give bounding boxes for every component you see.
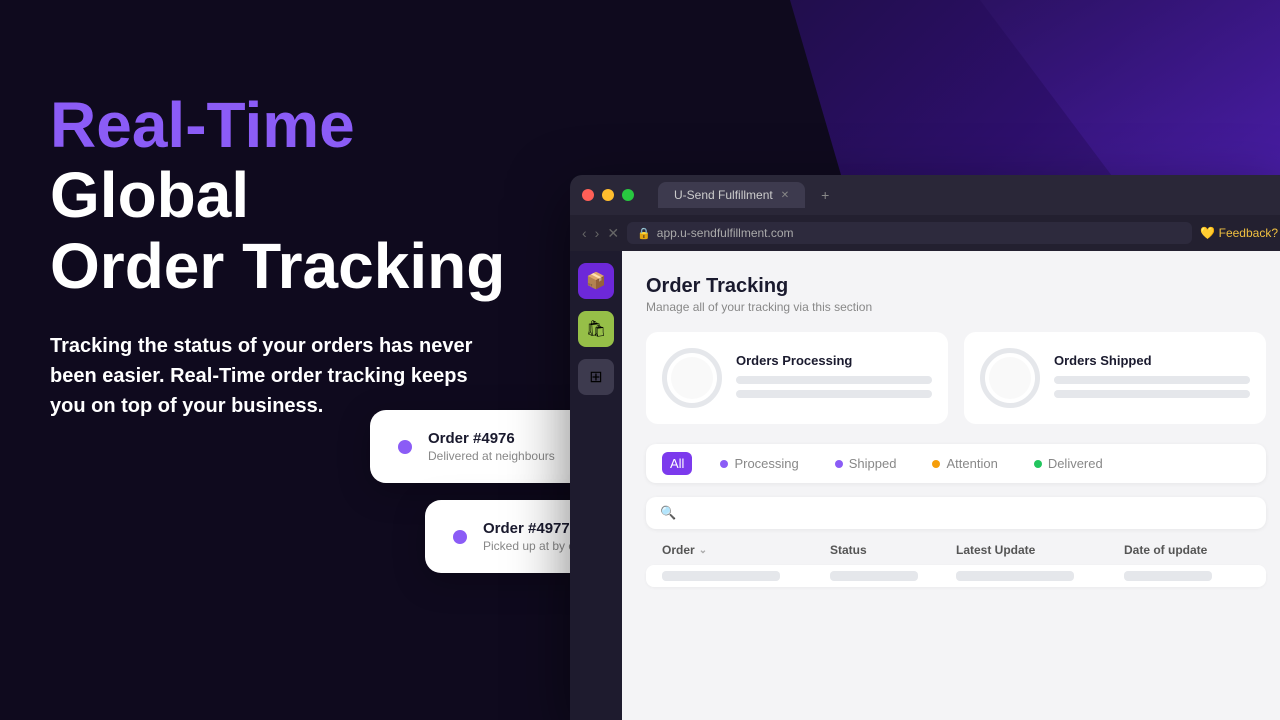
browser-nav: ‹ › ✕ 🔒 app.u-sendfulfillment.com 💛 Feed… xyxy=(570,215,1280,251)
cell-placeholder-2 xyxy=(830,571,918,581)
app-content: 📦 🛍 ⊞ Order Tracking Manage all of your … xyxy=(570,251,1280,720)
app-main: Order Tracking Manage all of your tracki… xyxy=(622,251,1280,720)
subtext: Tracking the status of your orders has n… xyxy=(50,331,480,421)
tab-label: U-Send Fulfillment xyxy=(674,188,773,202)
tab-processing[interactable]: Processing xyxy=(712,452,806,475)
tab-all[interactable]: All xyxy=(662,452,692,475)
feedback-button[interactable]: 💛 Feedback? xyxy=(1200,226,1278,240)
logo-icon: 📦 xyxy=(586,271,606,291)
search-icon: 🔍 xyxy=(660,505,676,521)
tabs-row: All Processing Shipped Attention Deliver… xyxy=(646,444,1266,483)
stat-bar-shipped-1 xyxy=(1054,376,1250,384)
grid-icon: ⊞ xyxy=(589,367,602,387)
globe-icon: 🔒 xyxy=(637,227,651,240)
nav-back-icon[interactable]: ‹ xyxy=(582,225,587,241)
stat-circle-processing xyxy=(662,348,722,408)
order-number-1: Order #4976 xyxy=(428,430,578,447)
stat-label-shipped: Orders Shipped xyxy=(1054,353,1250,368)
section-title: Order Tracking xyxy=(646,275,1266,298)
stat-bar-processing-1 xyxy=(736,376,932,384)
table-header: Order ⌄ Status Latest Update Date of upd… xyxy=(646,543,1266,557)
th-date-of-update: Date of update xyxy=(1124,543,1250,557)
browser-tab[interactable]: U-Send Fulfillment ✕ xyxy=(658,182,805,208)
stat-card-shipped: Orders Shipped xyxy=(964,332,1266,424)
browser-dot-yellow[interactable] xyxy=(602,189,614,201)
sidebar-icon-shopify[interactable]: 🛍 xyxy=(578,311,614,347)
sidebar-icon-logo[interactable]: 📦 xyxy=(578,263,614,299)
tab-add-icon[interactable]: + xyxy=(821,187,829,203)
left-section: Real-Time GlobalOrder Tracking Tracking … xyxy=(50,90,550,421)
cell-placeholder-4 xyxy=(1124,571,1212,581)
browser-bar: U-Send Fulfillment ✕ + xyxy=(570,175,1280,215)
order-desc-1: Delivered at neighbours xyxy=(428,449,578,463)
tab-attention[interactable]: Attention xyxy=(924,452,1005,475)
tab-dot-shipped xyxy=(835,460,843,468)
stat-card-processing: Orders Processing xyxy=(646,332,948,424)
order-info-1: Order #4976 Delivered at neighbours xyxy=(428,430,578,463)
stat-info-shipped: Orders Shipped xyxy=(1054,353,1250,404)
order-dot-2 xyxy=(453,530,467,544)
shopify-icon: 🛍 xyxy=(586,319,606,339)
tab-dot-delivered xyxy=(1034,460,1042,468)
tab-dot-processing xyxy=(720,460,728,468)
sort-icon-order[interactable]: ⌄ xyxy=(699,545,707,556)
th-latest-update: Latest Update xyxy=(956,543,1124,557)
th-order: Order ⌄ xyxy=(662,543,830,557)
browser-dot-red[interactable] xyxy=(582,189,594,201)
app-sidebar: 📦 🛍 ⊞ xyxy=(570,251,622,720)
stat-label-processing: Orders Processing xyxy=(736,353,932,368)
table-row xyxy=(646,565,1266,587)
browser-dot-green[interactable] xyxy=(622,189,634,201)
nav-forward-icon[interactable]: › xyxy=(595,225,600,241)
stat-bar-processing-2 xyxy=(736,390,932,398)
stats-row: Orders Processing Orders Shipped xyxy=(646,332,1266,424)
stat-info-processing: Orders Processing xyxy=(736,353,932,404)
cell-placeholder-3 xyxy=(956,571,1074,581)
th-status: Status xyxy=(830,543,956,557)
address-bar[interactable]: 🔒 app.u-sendfulfillment.com xyxy=(627,222,1192,244)
tab-close-icon[interactable]: ✕ xyxy=(781,190,789,201)
headline-accent: Real-Time xyxy=(50,89,355,161)
order-dot-1 xyxy=(398,440,412,454)
search-row[interactable]: 🔍 xyxy=(646,497,1266,529)
sidebar-icon-grid[interactable]: ⊞ xyxy=(578,359,614,395)
url-text: app.u-sendfulfillment.com xyxy=(657,226,794,240)
cell-placeholder-1 xyxy=(662,571,780,581)
section-subtitle: Manage all of your tracking via this sec… xyxy=(646,300,1266,314)
tab-shipped[interactable]: Shipped xyxy=(827,452,905,475)
stat-circle-shipped xyxy=(980,348,1040,408)
browser-window: U-Send Fulfillment ✕ + ‹ › ✕ 🔒 app.u-sen… xyxy=(570,175,1280,720)
nav-close-icon[interactable]: ✕ xyxy=(607,225,619,242)
tab-dot-attention xyxy=(932,460,940,468)
stat-bar-shipped-2 xyxy=(1054,390,1250,398)
headline: Real-Time GlobalOrder Tracking xyxy=(50,90,550,301)
headline-rest: GlobalOrder Tracking xyxy=(50,159,505,301)
tab-delivered[interactable]: Delivered xyxy=(1026,452,1111,475)
